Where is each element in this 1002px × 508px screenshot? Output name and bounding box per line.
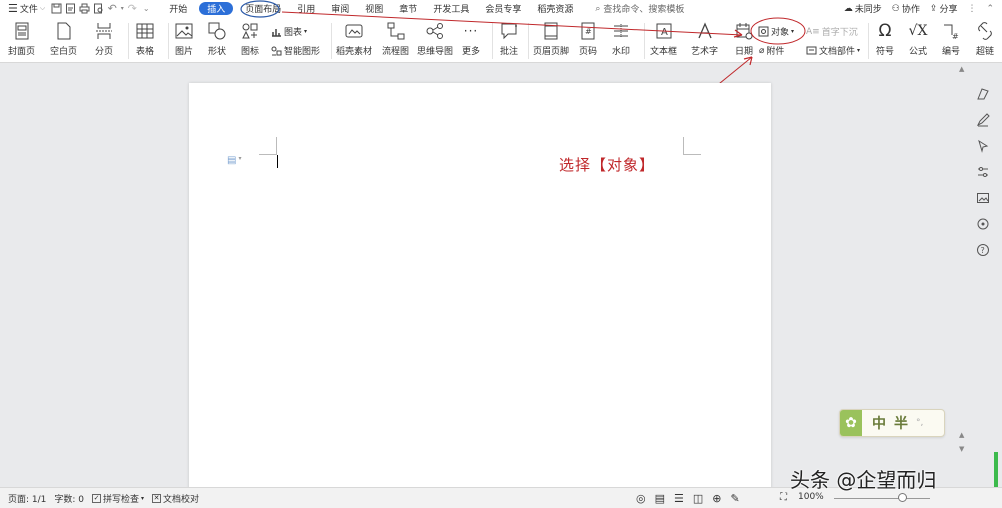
document-page[interactable]: ▤ ▾ 选择【对象】 — [189, 83, 771, 508]
proofread-label: 文档校对 — [163, 494, 200, 505]
web-view-icon[interactable]: ⊕ — [712, 492, 721, 505]
zoom-level[interactable]: 100% — [798, 492, 824, 502]
word-count[interactable]: 字数: 0 — [50, 492, 88, 505]
checkbox-icon: ✓ — [92, 493, 102, 503]
watermark-text: 头条 @企望而归 — [790, 468, 937, 492]
pen-icon[interactable] — [974, 111, 992, 129]
object-button-highlight — [750, 17, 806, 45]
text-cursor — [277, 155, 278, 168]
document-icon: ▤ — [227, 155, 237, 166]
chevron-down-icon: ▾ — [238, 155, 242, 162]
zoom-slider[interactable] — [834, 498, 930, 499]
widget-suffix: °, — [916, 418, 924, 428]
select-pointer-icon[interactable] — [974, 137, 992, 155]
page-view-icon[interactable]: ▤ — [655, 492, 665, 505]
spellcheck-toggle[interactable]: ✓ 拼写检查 ▾ — [88, 492, 148, 505]
outline-view-icon[interactable]: ☰ — [674, 492, 684, 505]
eye-protection-icon[interactable]: ◎ — [636, 492, 646, 505]
location-icon[interactable] — [974, 215, 992, 233]
gear-icon: ✿ — [840, 410, 862, 436]
scroll-down-page-icon[interactable]: ▼ — [959, 445, 964, 453]
margin-corner-top-right — [683, 137, 701, 155]
annotation-arrow — [281, 11, 743, 36]
image-panel-icon[interactable] — [974, 189, 992, 207]
scroll-up-icon[interactable]: ▲ — [959, 65, 964, 73]
svg-text:?: ? — [981, 246, 985, 255]
widget-text: 中半 — [872, 416, 916, 432]
adjust-sliders-icon[interactable] — [974, 163, 992, 181]
page-count[interactable]: 页面: 1/1 — [4, 492, 50, 505]
paragraph-layout-icon[interactable]: ▤ ▾ — [227, 155, 241, 166]
spellcheck-label: 拼写检查 — [103, 494, 140, 505]
vertical-scrollbar[interactable]: ▲ ▲ ▼ — [958, 65, 968, 485]
write-mode-icon[interactable]: ✎ — [731, 492, 740, 505]
arrow-head — [733, 29, 743, 38]
close-box-icon: ✕ — [152, 493, 162, 503]
help-icon[interactable]: ? — [974, 241, 992, 259]
chevron-down-icon: ▾ — [141, 494, 145, 502]
proofread-button[interactable]: ✕ 文档校对 — [148, 492, 203, 505]
margin-corner-top-left — [259, 137, 277, 155]
right-tool-panel: ? — [970, 85, 996, 259]
reading-view-icon[interactable]: ◫ — [693, 492, 703, 505]
floating-input-widget[interactable]: ✿ 中半 °, — [839, 409, 945, 437]
fit-page-icon[interactable]: ⛶ — [780, 492, 787, 503]
insert-tab-highlight — [240, 0, 280, 18]
style-icon[interactable] — [974, 85, 992, 103]
instruction-annotation: 选择【对象】 — [559, 156, 656, 174]
scroll-up-page-icon[interactable]: ▲ — [959, 431, 964, 439]
side-indicator — [994, 452, 998, 492]
zoom-slider-handle[interactable] — [898, 493, 907, 502]
